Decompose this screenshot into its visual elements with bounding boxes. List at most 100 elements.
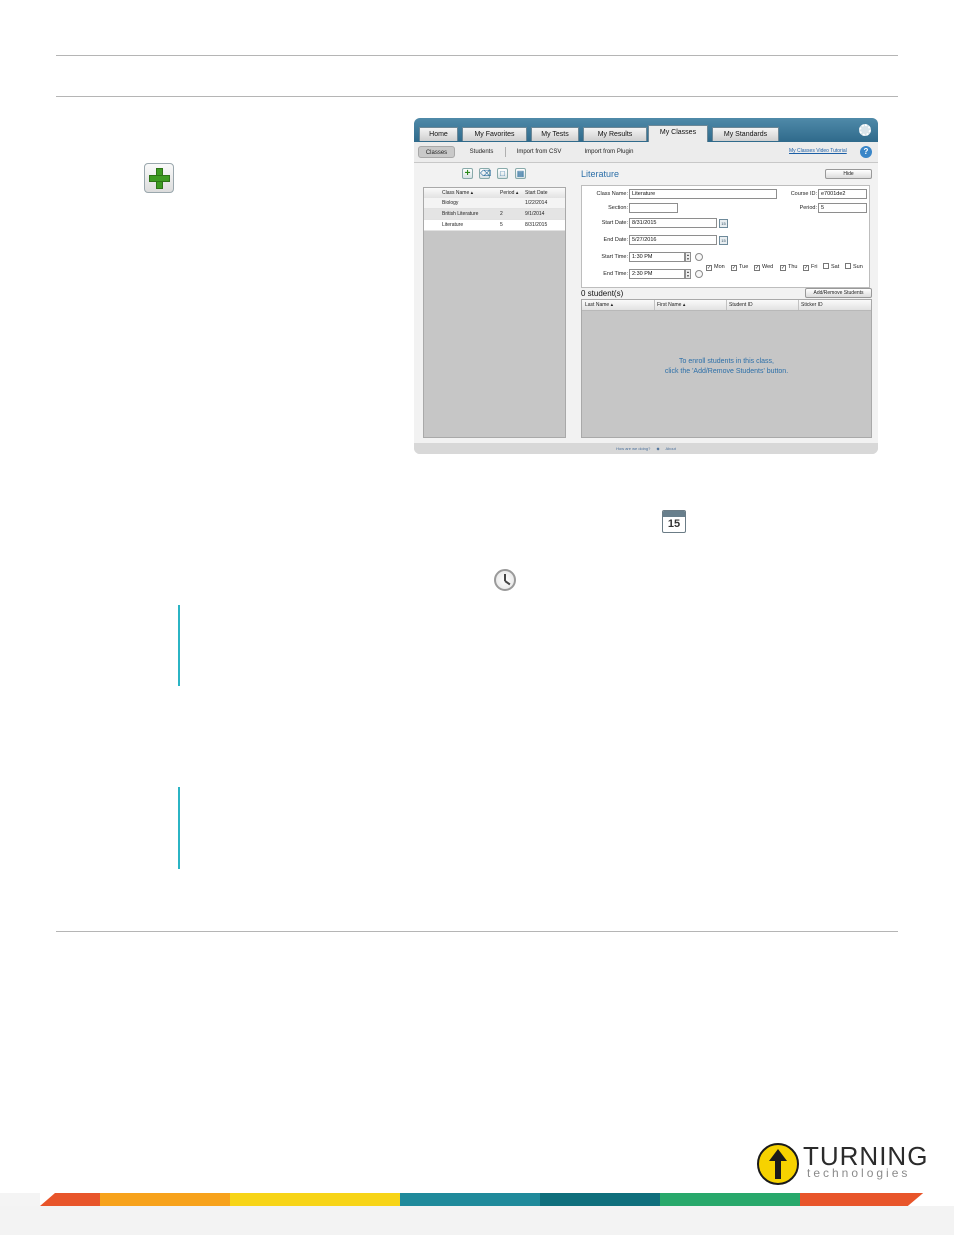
table-row-selected[interactable]: Literature 5 8/31/2015 [424,220,565,231]
end-time-label: End Time: [603,271,628,277]
section-label: Section: [608,205,628,211]
calendar-icon: 15 [662,510,686,533]
note-accent-bar [178,787,180,869]
day-checkbox-thu[interactable]: ✓ Thu [780,263,797,271]
checkbox-checked-icon: ✓ [706,265,712,271]
checkbox-empty-icon [823,263,829,269]
class-detail-form: Class Name: Literature Course ID: e7001d… [581,185,870,288]
turning-logo-icon [757,1143,799,1185]
period-cell: 2 [500,211,503,217]
subtab-students[interactable]: Students [463,146,500,158]
start-date-label: Start Date: [601,220,628,226]
logo-subtitle: technologies [807,1166,911,1180]
calendar-icon-number: 15 [667,518,681,530]
feedback-link[interactable]: How are we doing? [616,446,650,451]
add-icon[interactable]: + [462,168,473,179]
table-row[interactable]: British Literature 2 9/1/2014 [424,209,565,220]
day-checkbox-tue[interactable]: ✓ Tue [731,263,748,271]
classes-content: + ⌫ □ ▦ Class Name ▴ Period ▴ Start Date… [414,163,878,443]
header-rule-top [56,55,898,56]
checkbox-checked-icon: ✓ [780,265,786,271]
gear-icon[interactable] [859,124,871,136]
column-class-name[interactable]: Class Name ▴ [442,188,473,198]
end-time-field[interactable]: 2:30 PM [629,269,685,279]
help-icon[interactable]: ? [860,146,872,158]
subtab-import-csv[interactable]: Import from CSV [512,146,566,158]
subtab-import-plugin[interactable]: Import from Plugin [579,146,639,158]
course-id-field[interactable]: e7001de2 [818,189,867,199]
delete-icon[interactable]: ⌫ [479,168,491,179]
add-remove-students-button[interactable]: Add/Remove Students [805,288,872,298]
period-field[interactable]: 5 [818,203,867,213]
column-start-date[interactable]: Start Date [525,188,548,198]
end-date-label: End Date: [603,237,628,243]
empty-table-message: To enroll students in this class, click … [582,357,871,377]
empty-message-line-1: To enroll students in this class, [679,358,774,365]
day-checkbox-sun[interactable]: Sun [845,263,863,271]
export-icon[interactable]: ▦ [515,168,526,179]
start-date-cell: 9/1/2014 [525,211,545,217]
class-name-cell: British Literature [442,211,479,217]
app-footer: How are we doing? ◆ About [414,443,878,454]
day-checkbox-wed[interactable]: ✓ Wed [754,263,773,271]
start-time-field[interactable]: 1:30 PM [629,252,685,262]
class-detail-title: Literature [581,169,620,179]
start-date-cell: 8/31/2015 [525,222,548,228]
note-accent-bar [178,605,180,686]
column-first-name[interactable]: First Name ▴ [657,300,685,310]
footer-band [0,1206,954,1235]
end-date-field[interactable]: 5/27/2016 [629,235,717,245]
add-class-icon [144,163,174,193]
column-student-id[interactable]: Student ID [729,300,753,310]
column-period[interactable]: Period ▴ [500,188,518,198]
end-time-stepper[interactable]: ▲ ▼ [685,269,691,279]
tab-my-standards[interactable]: My Standards [712,127,779,141]
table-row[interactable]: Biology 1/22/2014 [424,198,565,209]
section-field[interactable] [629,203,678,213]
period-cell: 5 [500,222,503,228]
my-classes-screenshot: Home My Favorites My Tests My Results My… [414,118,878,454]
calendar-icon[interactable]: 15 [719,236,728,245]
tab-home[interactable]: Home [419,127,458,141]
checkbox-empty-icon [845,263,851,269]
about-link[interactable]: About [665,446,675,451]
subtab-divider [505,147,506,157]
tab-my-favorites[interactable]: My Favorites [462,127,527,141]
section-rule [56,931,898,932]
header-rule-bottom [56,96,898,97]
document-page: { "app": { "tabs": ["Home", "My Favorite… [0,0,954,1235]
edit-icon[interactable]: □ [497,168,508,179]
start-time-label: Start Time: [601,254,628,260]
tab-my-classes[interactable]: My Classes [648,125,708,142]
clock-icon [494,569,516,591]
day-checkbox-fri[interactable]: ✓ Fri [803,263,817,271]
checkbox-checked-icon: ✓ [803,265,809,271]
sub-tab-bar: Classes Students Import from CSV Import … [414,142,878,163]
checkbox-checked-icon: ✓ [731,265,737,271]
class-name-field[interactable]: Literature [629,189,777,199]
video-tutorial-link[interactable]: My Classes Video Tutorial [789,148,847,154]
course-id-label: Course ID: [790,191,817,197]
footer-color-stripe [0,1193,954,1206]
start-time-stepper[interactable]: ▲ ▼ [685,252,691,262]
column-last-name[interactable]: Last Name ▴ [585,300,613,310]
hide-button[interactable]: Hide [825,169,872,179]
day-checkbox-mon[interactable]: ✓ Mon [706,263,725,271]
main-tab-bar: Home My Favorites My Tests My Results My… [414,118,878,142]
subtab-classes[interactable]: Classes [418,146,455,158]
clock-icon[interactable] [695,270,703,278]
checkbox-checked-icon: ✓ [754,265,760,271]
start-date-field[interactable]: 8/31/2015 [629,218,717,228]
day-checkbox-sat[interactable]: Sat [823,263,839,271]
tab-my-tests[interactable]: My Tests [531,127,579,141]
class-list-table: Class Name ▴ Period ▴ Start Date Biology… [423,187,566,438]
column-sticker-id[interactable]: Sticker ID [801,300,823,310]
start-date-cell: 1/22/2014 [525,200,548,206]
class-name-cell: Biology [442,200,459,206]
calendar-icon[interactable]: 15 [719,219,728,228]
period-label: Period: [799,205,817,211]
clock-icon[interactable] [695,253,703,261]
class-name-label: Class Name: [596,191,628,197]
student-table: Last Name ▴ First Name ▴ Student ID Stic… [581,299,872,438]
tab-my-results[interactable]: My Results [583,127,647,141]
